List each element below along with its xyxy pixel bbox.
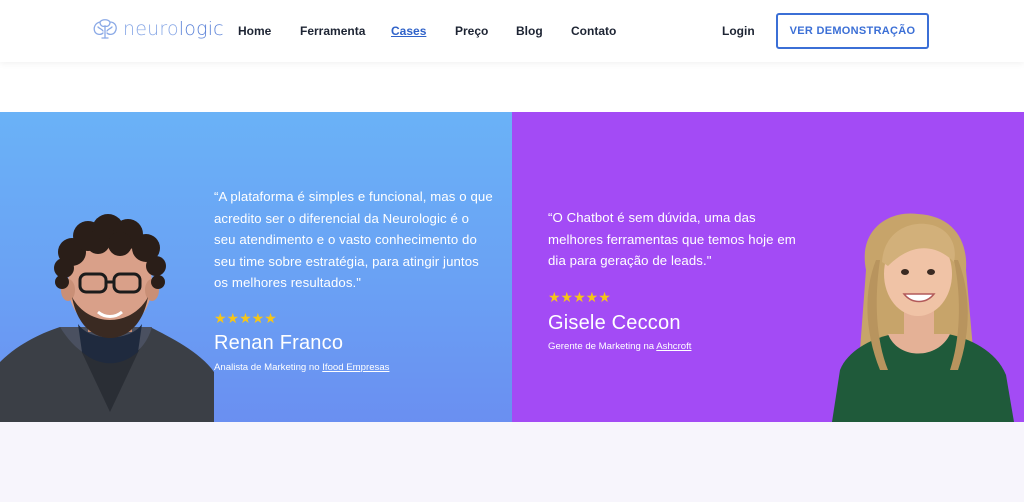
company-link[interactable]: Ashcroft [656,341,691,352]
testimonial-role: Analista de Marketing no Ifood Empresas [214,362,390,373]
rating-stars: ★★★★★ [214,310,277,326]
nav-home[interactable]: Home [238,24,271,38]
testimonial-name: Gisele Ceccon [548,312,681,334]
nav-blog[interactable]: Blog [516,24,543,38]
person-photo-renan [0,214,214,422]
company-link[interactable]: Ifood Empresas [322,362,389,373]
brain-logo-icon [93,19,117,39]
logo-link[interactable]: neurologic [91,18,224,40]
testimonial-quote: “O Chatbot é sem dúvida, uma das melhore… [548,210,796,268]
logo-wordmark: neurologic [123,18,224,40]
demo-button[interactable]: VER DEMONSTRAÇÃO [776,13,929,49]
testimonial-name: Renan Franco [214,332,344,354]
testimonial-card-renan: “A plataforma é simples e funcional, mas… [0,112,512,422]
nav-preco[interactable]: Preço [455,24,488,38]
testimonial-quote: “A plataforma é simples e funcional, mas… [214,189,493,290]
testimonial-role: Gerente de Marketing na Ashcroft [548,341,692,352]
nav-contato[interactable]: Contato [571,24,616,38]
nav-cases[interactable]: Cases [391,24,426,38]
next-section-band [0,422,1024,502]
nav-ferramenta[interactable]: Ferramenta [300,24,365,38]
login-link[interactable]: Login [722,24,755,38]
testimonial-card-gisele: “O Chatbot é sem dúvida, uma das melhore… [512,112,1024,422]
person-photo-gisele [832,213,1014,422]
site-header: neurologic Home Ferramenta Cases Preço B… [0,0,1024,62]
rating-stars: ★★★★★ [548,289,611,305]
